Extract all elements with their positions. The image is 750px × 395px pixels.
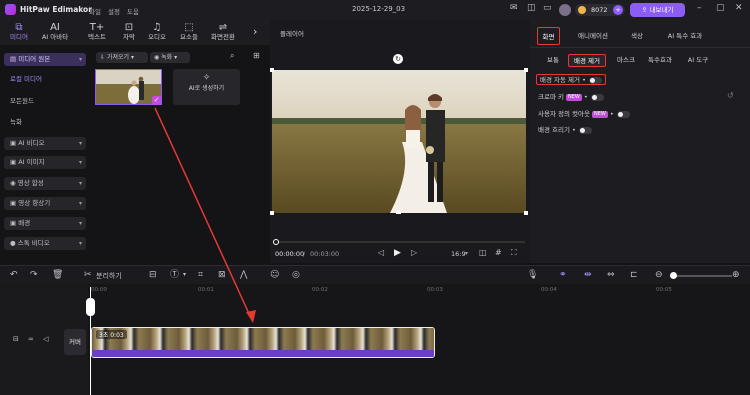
- annotation-arrow: [154, 107, 256, 323]
